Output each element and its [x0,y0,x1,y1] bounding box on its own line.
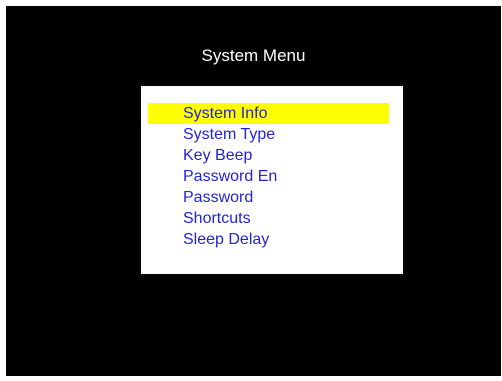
menu-item-system-info[interactable]: System Info [148,103,389,124]
menu-item-key-beep[interactable]: Key Beep [148,145,389,166]
menu-item-shortcuts[interactable]: Shortcuts [148,208,389,229]
menu-item-password[interactable]: Password [148,187,389,208]
menu-panel: System Info System Type Key Beep Passwor… [141,86,403,274]
osd-screen: System Menu System Info System Type Key … [6,6,501,376]
menu-item-password-en[interactable]: Password En [148,166,389,187]
menu-item-sleep-delay[interactable]: Sleep Delay [148,229,389,250]
menu-title: System Menu [201,46,306,65]
menu-item-system-type[interactable]: System Type [148,124,389,145]
menu-list: System Info System Type Key Beep Passwor… [141,103,403,250]
